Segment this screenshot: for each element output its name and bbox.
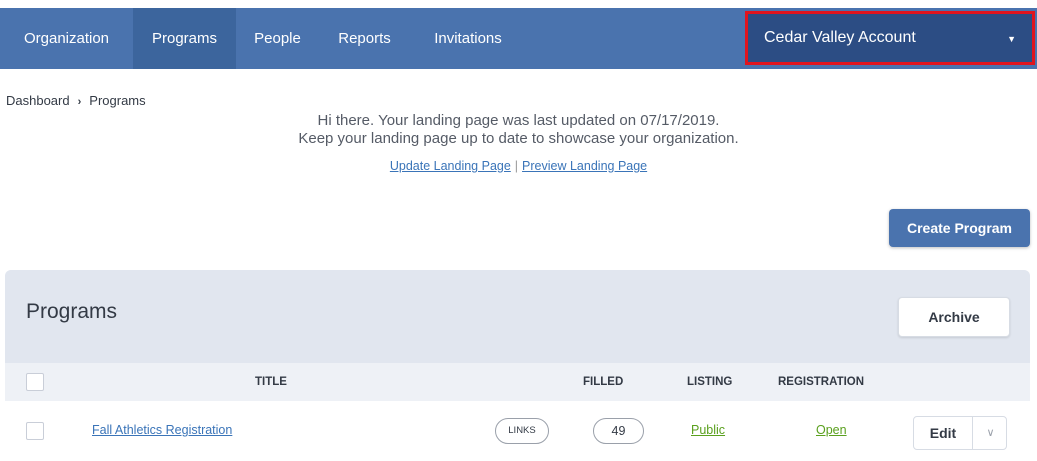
chevron-down-icon[interactable]: ∨ (974, 417, 1007, 449)
notice-line-1: Hi there. Your landing page was last upd… (317, 112, 720, 129)
registration-status-link[interactable]: Open (816, 423, 847, 437)
breadcrumb-dashboard[interactable]: Dashboard (6, 93, 70, 108)
column-filled: FILLED (583, 376, 624, 388)
nav-item-organization[interactable]: Organization (0, 8, 133, 69)
create-program-button[interactable]: Create Program (889, 209, 1030, 247)
update-landing-page-link[interactable]: Update Landing Page (390, 159, 511, 173)
account-name: Cedar Valley Account (764, 29, 916, 46)
nav-item-programs[interactable]: Programs (133, 8, 236, 69)
notice-links: Update Landing Page | Preview Landing Page (0, 159, 1037, 173)
chevron-down-icon: ▼ (1007, 34, 1016, 44)
programs-panel-header: Programs Archive (5, 270, 1030, 363)
edit-button[interactable]: Edit (914, 417, 973, 449)
program-title-link[interactable]: Fall Athletics Registration (92, 423, 232, 437)
breadcrumb-programs: Programs (89, 93, 146, 108)
listing-status-link[interactable]: Public (691, 423, 725, 437)
landing-page-notice: Hi there. Your landing page was last upd… (0, 112, 1037, 148)
notice-line-2: Keep your landing page up to date to sho… (298, 130, 739, 147)
archive-button[interactable]: Archive (898, 297, 1010, 337)
table-row: Fall Athletics Registration LINKS 49 Pub… (5, 401, 1030, 461)
breadcrumb-separator-icon: › (77, 96, 82, 108)
nav-item-invitations[interactable]: Invitations (410, 8, 526, 69)
link-divider: | (514, 159, 519, 173)
filled-count-badge: 49 (593, 418, 644, 444)
account-selector[interactable]: Cedar Valley Account ▼ (745, 11, 1035, 65)
column-listing: LISTING (687, 376, 733, 388)
programs-panel-title: Programs (26, 300, 118, 323)
links-button[interactable]: LINKS (495, 418, 549, 444)
nav-item-reports[interactable]: Reports (319, 8, 410, 69)
breadcrumb: Dashboard › Programs (6, 93, 146, 108)
nav-item-people[interactable]: People (236, 8, 319, 69)
table-header: TITLE FILLED LISTING REGISTRATION (5, 363, 1030, 401)
column-title: TITLE (255, 376, 287, 388)
edit-button-group: Edit ∨ (913, 416, 1007, 450)
programs-panel: Programs Archive TITLE FILLED LISTING RE… (5, 270, 1030, 461)
row-checkbox[interactable] (26, 422, 44, 440)
preview-landing-page-link[interactable]: Preview Landing Page (522, 159, 647, 173)
column-registration: REGISTRATION (778, 376, 865, 388)
select-all-checkbox[interactable] (26, 373, 44, 391)
